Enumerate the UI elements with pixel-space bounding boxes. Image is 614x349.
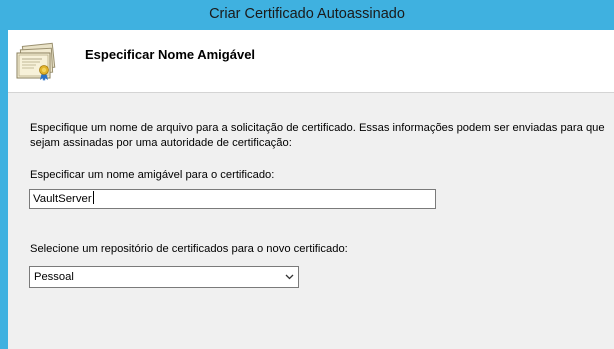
wizard-content: Especifique um nome de arquivo para a so…	[8, 93, 614, 349]
text-caret	[92, 191, 94, 204]
certificate-store-value: Pessoal	[34, 271, 74, 283]
window-frame-left	[0, 0, 8, 349]
page-title: Especificar Nome Amigável	[85, 47, 256, 62]
friendly-name-input[interactable]: VaultServer	[29, 189, 436, 209]
store-label: Selecione um repositório de certificados…	[30, 243, 348, 255]
certificate-icon	[16, 42, 56, 81]
certificate-store-select[interactable]: Pessoal	[29, 266, 299, 288]
wizard-header: Especificar Nome Amigável	[8, 30, 614, 93]
title-bar[interactable]: Criar Certificado Autoassinado	[0, 0, 614, 30]
friendly-name-label: Especificar um nome amigável para o cert…	[30, 169, 275, 181]
window-title: Criar Certificado Autoassinado	[209, 6, 405, 22]
description-text: Especifique um nome de arquivo para a so…	[30, 122, 605, 149]
chevron-down-icon[interactable]	[281, 267, 298, 287]
friendly-name-value: VaultServer	[33, 193, 92, 205]
